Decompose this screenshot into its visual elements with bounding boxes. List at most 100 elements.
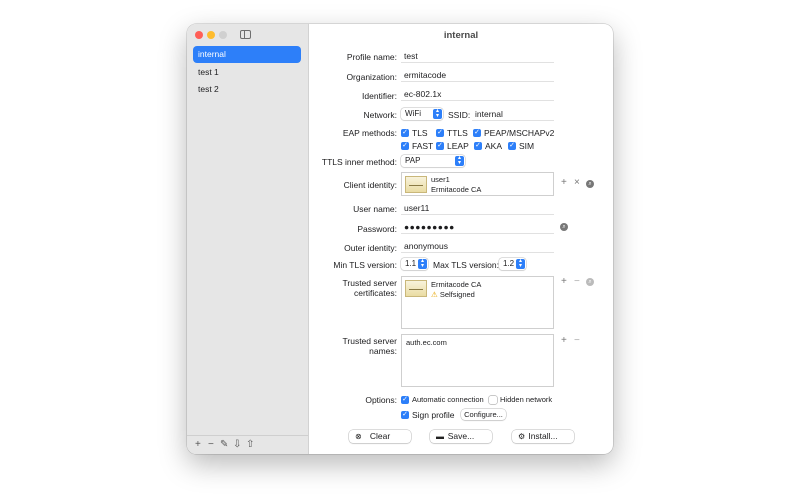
identifier-label: Identifier: (362, 91, 397, 101)
save-button[interactable]: ▬ Save... (430, 430, 492, 443)
ssid-field[interactable]: internal (472, 108, 554, 121)
install-button-label: Install... (528, 431, 558, 441)
checkmark-icon: ✓ (401, 395, 409, 404)
max-tls-version-popup[interactable]: 1.2 ▴ ▾ (499, 258, 526, 270)
profile-name-label: Profile name: (346, 52, 397, 62)
min-tls-version-popup[interactable]: 1.1 ▴ ▾ (401, 258, 428, 270)
remove-client-identity-icon[interactable]: × (574, 178, 580, 188)
inspect-trusted-cert-icon[interactable]: ⌕ (586, 278, 594, 286)
profile-editor: internal Profile name: test Organization… (309, 24, 613, 454)
clear-button-label: Clear (369, 431, 391, 441)
trusted-names-list[interactable]: auth.ec.com (401, 334, 554, 387)
reveal-password-icon[interactable]: ⌕ (560, 223, 568, 231)
user-name-label: User name: (353, 204, 397, 214)
profile-item-test-2[interactable]: test 2 (193, 81, 301, 98)
network-value: WiFi (405, 109, 421, 118)
profile-item-test-1[interactable]: test 1 (193, 64, 301, 81)
sidebar-toggle-icon[interactable] (240, 30, 251, 39)
outer-identity-label: Outer identity: (344, 243, 397, 253)
trusted-cert-status: Selfsigned (439, 290, 475, 299)
eap-peap-checkbox[interactable]: ✓ PEAP/MSCHAPv2 (473, 128, 554, 138)
chevron-updown-icon: ▴ ▾ (455, 155, 464, 166)
chevron-updown-icon: ▴ ▾ (516, 258, 525, 269)
add-trusted-name-icon[interactable]: + (561, 336, 567, 346)
max-tls-version-value: 1.2 (503, 259, 515, 268)
remove-trusted-name-icon[interactable]: − (574, 336, 580, 346)
profile-item-internal[interactable]: internal (193, 46, 301, 63)
checkmark-icon: ✓ (436, 142, 444, 150)
eap-ttls-checkbox[interactable]: ✓ TTLS (436, 128, 468, 138)
trusted-cert-name: Ermitacode CA (431, 280, 482, 289)
user-name-field[interactable]: user11 (401, 202, 554, 215)
eap-aka-label: AKA (485, 141, 503, 151)
organization-field[interactable]: ermitacode (401, 69, 554, 82)
configure-button[interactable]: Configure... (461, 409, 506, 420)
eap-fast-label: FAST (412, 141, 434, 151)
clear-button[interactable]: ⊗ Clear (349, 430, 411, 443)
add-client-identity-icon[interactable]: + (561, 178, 567, 188)
automatic-connection-label: Automatic connection (412, 395, 484, 404)
eap-leap-checkbox[interactable]: ✓ LEAP (436, 141, 469, 151)
client-identity-label: Client identity: (343, 180, 397, 190)
checkmark-icon: ✓ (508, 142, 516, 150)
sign-profile-checkbox[interactable]: ✓ Sign profile (401, 410, 455, 420)
install-button[interactable]: ⚙ Install... (512, 430, 574, 443)
trusted-certs-list[interactable]: Ermitacode CA ⚠ Selfsigned (401, 276, 554, 329)
profile-name-field[interactable]: test (401, 50, 554, 63)
sign-profile-label: Sign profile (412, 410, 455, 420)
trusted-name-item[interactable]: auth.ec.com (406, 338, 447, 347)
eap-fast-checkbox[interactable]: ✓ FAST (401, 141, 433, 151)
password-field[interactable]: ●●●●●●●●● (401, 221, 554, 234)
eap-leap-label: LEAP (447, 141, 469, 151)
trusted-names-label-1: Trusted server (342, 336, 397, 346)
zoom-window-button[interactable] (219, 31, 227, 39)
checkmark-icon: ✓ (436, 129, 444, 137)
chevron-updown-icon: ▴ ▾ (433, 108, 442, 119)
organization-label: Organization: (346, 72, 397, 82)
profile-list: internal test 1 test 2 (193, 46, 301, 99)
eap-tls-checkbox[interactable]: ✓ TLS (401, 128, 428, 138)
app-window: internal test 1 test 2 + − ✎ ⇩ ⇧ interna… (187, 24, 613, 454)
max-tls-version-label: Max TLS version: (433, 260, 499, 270)
identifier-field[interactable]: ec-802.1x (401, 88, 554, 101)
edit-profile-icon[interactable]: ✎ (220, 439, 228, 451)
hidden-network-label: Hidden network (500, 395, 553, 404)
import-profile-icon[interactable]: ⇩ (233, 439, 241, 451)
outer-identity-field[interactable]: anonymous (401, 240, 554, 253)
add-trusted-cert-icon[interactable]: + (561, 277, 567, 287)
close-window-button[interactable] (195, 31, 203, 39)
ttls-inner-method-value: PAP (405, 156, 421, 165)
eap-sim-label: SIM (519, 141, 535, 151)
eap-sim-checkbox[interactable]: ✓ SIM (508, 141, 534, 151)
checkmark-icon: ✓ (473, 129, 481, 137)
min-tls-version-value: 1.1 (405, 259, 417, 268)
automatic-connection-checkbox[interactable]: ✓ Automatic connection (401, 395, 484, 404)
eap-methods-label: EAP methods: (342, 128, 397, 138)
client-identity-box[interactable]: user1 Ermitacode CA (401, 172, 554, 196)
window-title: internal (443, 30, 479, 41)
trusted-names-label-2: names: (369, 346, 397, 356)
chevron-updown-icon: ▴ ▾ (418, 258, 427, 269)
remove-profile-icon[interactable]: − (208, 439, 214, 451)
sidebar: internal test 1 test 2 + − ✎ ⇩ ⇧ (187, 24, 309, 454)
hidden-network-checkbox[interactable]: Hidden network (489, 395, 552, 404)
network-popup[interactable]: WiFi ▴ ▾ (401, 108, 443, 120)
minimize-window-button[interactable] (207, 31, 215, 39)
remove-trusted-cert-icon[interactable]: − (574, 277, 580, 287)
min-tls-version-label: Min TLS version: (333, 260, 397, 270)
configure-button-label: Configure... (464, 410, 503, 419)
inspect-client-identity-icon[interactable]: ⌕ (586, 180, 594, 188)
ttls-inner-method-label: TTLS inner method: (321, 157, 397, 167)
unchecked-box-icon (489, 395, 497, 404)
eap-aka-checkbox[interactable]: ✓ AKA (474, 141, 502, 151)
ttls-inner-method-popup[interactable]: PAP ▴ ▾ (401, 155, 465, 167)
password-label: Password: (357, 224, 397, 234)
trusted-certs-label-2: certificates: (354, 288, 397, 298)
add-profile-icon[interactable]: + (195, 439, 201, 451)
save-button-label: Save... (447, 431, 475, 441)
export-profile-icon[interactable]: ⇧ (246, 439, 254, 451)
eap-tls-label: TLS (412, 128, 428, 138)
trusted-certs-label-1: Trusted server (342, 278, 397, 288)
eap-peap-label: PEAP/MSCHAPv2 (484, 128, 555, 138)
checkmark-icon: ✓ (401, 129, 409, 137)
